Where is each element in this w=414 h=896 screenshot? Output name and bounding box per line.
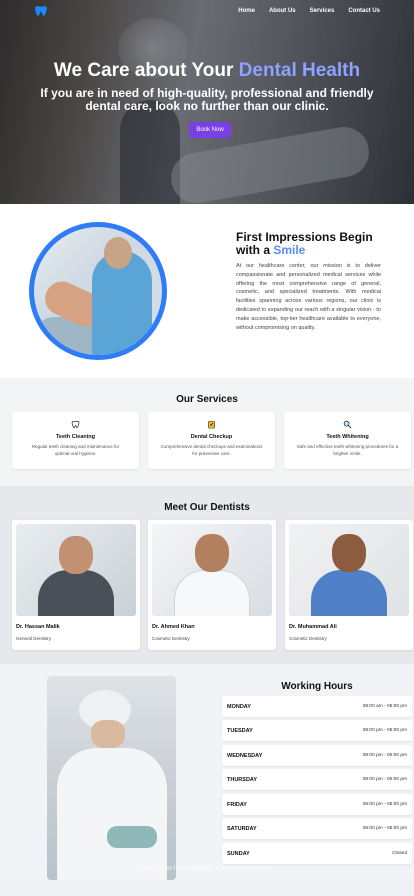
hours-row-saturday: SATURDAY 08:00 pm - 05:00 pm bbox=[222, 818, 412, 839]
hours-day: SUNDAY bbox=[227, 850, 250, 857]
hours-day: WEDNESDAY bbox=[227, 752, 263, 759]
service-title: Teeth Cleaning bbox=[55, 434, 95, 440]
service-card-teeth-cleaning[interactable]: Teeth Cleaning Regular teeth cleaning an… bbox=[12, 412, 139, 469]
dentists-title: Meet Our Dentists bbox=[164, 502, 250, 513]
service-desc: Comprehensive dental checkups and examin… bbox=[160, 444, 263, 456]
dentist-head bbox=[59, 536, 93, 574]
page-bottom-strip bbox=[0, 880, 414, 896]
hours-time: 08:00 pm - 05:00 pm bbox=[362, 826, 407, 831]
dentist-photo bbox=[289, 524, 409, 616]
service-title: Teeth Whitening bbox=[326, 434, 369, 440]
dentist-card-ahmed-khan[interactable]: Dr. Ahmed Khan Cosmetic Dentistry bbox=[148, 520, 276, 650]
surgeon-face bbox=[91, 720, 125, 748]
tooth-logo-icon[interactable] bbox=[34, 4, 48, 18]
dentist-body bbox=[38, 570, 114, 616]
hero-title: We Care about Your Dental Health bbox=[0, 60, 414, 82]
hours-day: SATURDAY bbox=[227, 825, 257, 832]
services-title: Our Services bbox=[176, 394, 238, 405]
footer-visit-link[interactable]: Visit www.healingwithin.com to learn mor… bbox=[0, 865, 414, 872]
dentist-body bbox=[174, 570, 250, 616]
dentist-specialty: Cosmetic Dentistry bbox=[289, 636, 327, 641]
surgeon-gown bbox=[57, 748, 167, 880]
service-desc: Regular teeth cleaning and maintenance f… bbox=[31, 444, 120, 456]
hours-row-thursday: THURSDAY 08:00 pm - 05:00 pm bbox=[222, 769, 412, 790]
dental-checkup-icon bbox=[148, 420, 275, 430]
hours-time: 08:00 pm - 05:00 pm bbox=[362, 777, 407, 782]
about-title: First Impressions Begin with a Smile bbox=[236, 231, 396, 257]
hours-row-tuesday: TUESDAY 08:00 pm - 05:00 pm bbox=[222, 720, 412, 741]
nav-services[interactable]: Services bbox=[310, 8, 335, 14]
hours-row-friday: FRIDAY 08:00 pm - 05:00 pm bbox=[222, 794, 412, 815]
hero-section: Home About Us Services Contact Us We Car… bbox=[0, 0, 414, 204]
dentist-card-hassan-malik[interactable]: Dr. Hassan Malik General Dentistry bbox=[12, 520, 140, 650]
nav-home[interactable]: Home bbox=[238, 8, 255, 14]
dentist-head bbox=[195, 534, 229, 572]
tooth-icon bbox=[12, 420, 139, 430]
dentist-specialty: General Dentistry bbox=[16, 636, 52, 641]
hero-title-prefix: We Care about Your bbox=[53, 60, 239, 81]
working-hours-section: Working Hours MONDAY 08:00 am - 05:00 pm… bbox=[0, 664, 414, 880]
hours-time: 08:00 pm - 05:00 pm bbox=[362, 728, 407, 733]
about-text: At our healthcare center, our mission is… bbox=[236, 263, 381, 331]
dental-tool bbox=[107, 826, 157, 848]
about-title-accent: Smile bbox=[273, 243, 306, 257]
nav-about-us[interactable]: About Us bbox=[269, 8, 296, 14]
magnifier-icon bbox=[284, 420, 411, 430]
services-section: Our Services Teeth Cleaning Regular teet… bbox=[0, 378, 414, 486]
hours-row-monday: MONDAY 08:00 am - 05:00 pm bbox=[222, 696, 412, 717]
hours-day: THURSDAY bbox=[227, 776, 258, 783]
dentist-name: Dr. Hassan Malik bbox=[16, 624, 60, 630]
dentist-photo bbox=[152, 524, 272, 616]
dentist-card-muhammad-ali[interactable]: Dr. Muhammad Ali Cosmetic Dentistry bbox=[285, 520, 413, 650]
hours-time: Closed bbox=[392, 851, 407, 856]
service-desc: Safe and effective teeth whitening proce… bbox=[296, 444, 399, 456]
working-hours-title: Working Hours bbox=[281, 681, 353, 692]
nav-contact-us[interactable]: Contact Us bbox=[348, 8, 380, 14]
dentist-body bbox=[311, 570, 387, 616]
hours-day: MONDAY bbox=[227, 703, 251, 710]
book-now-button[interactable]: Book Now bbox=[189, 122, 231, 138]
service-title: Dental Checkup bbox=[190, 434, 233, 440]
hours-time: 08:00 am - 05:00 pm bbox=[362, 704, 407, 709]
service-card-teeth-whitening[interactable]: Teeth Whitening Safe and effective teeth… bbox=[284, 412, 411, 469]
dentists-section: Meet Our Dentists Dr. Hassan Malik Gener… bbox=[0, 486, 414, 664]
hours-row-sunday: SUNDAY Closed bbox=[222, 843, 412, 864]
hours-time: 08:00 pm - 05:00 pm bbox=[362, 802, 407, 807]
hours-day: FRIDAY bbox=[227, 801, 247, 808]
dentist-head bbox=[104, 237, 132, 269]
hero-title-accent: Dental Health bbox=[238, 60, 361, 81]
dentist-head bbox=[332, 534, 366, 572]
dentist-specialty: Cosmetic Dentistry bbox=[152, 636, 190, 641]
top-nav: Home About Us Services Contact Us bbox=[238, 8, 380, 14]
about-dentist-image bbox=[29, 222, 167, 360]
dentist-name: Dr. Muhammad Ali bbox=[289, 624, 337, 630]
dentist-photo bbox=[16, 524, 136, 616]
hours-day: TUESDAY bbox=[227, 727, 253, 734]
about-section: First Impressions Begin with a Smile At … bbox=[0, 204, 414, 378]
hero-subtitle: If you are in need of high-quality, prof… bbox=[40, 86, 374, 113]
hours-time: 08:00 pm - 05:00 pm bbox=[362, 753, 407, 758]
dentist-name: Dr. Ahmed Khan bbox=[152, 624, 195, 630]
hours-row-wednesday: WEDNESDAY 08:00 pm - 05:00 pm bbox=[222, 745, 412, 766]
service-card-dental-checkup[interactable]: Dental Checkup Comprehensive dental chec… bbox=[148, 412, 275, 469]
hours-dentist-image bbox=[47, 676, 176, 880]
